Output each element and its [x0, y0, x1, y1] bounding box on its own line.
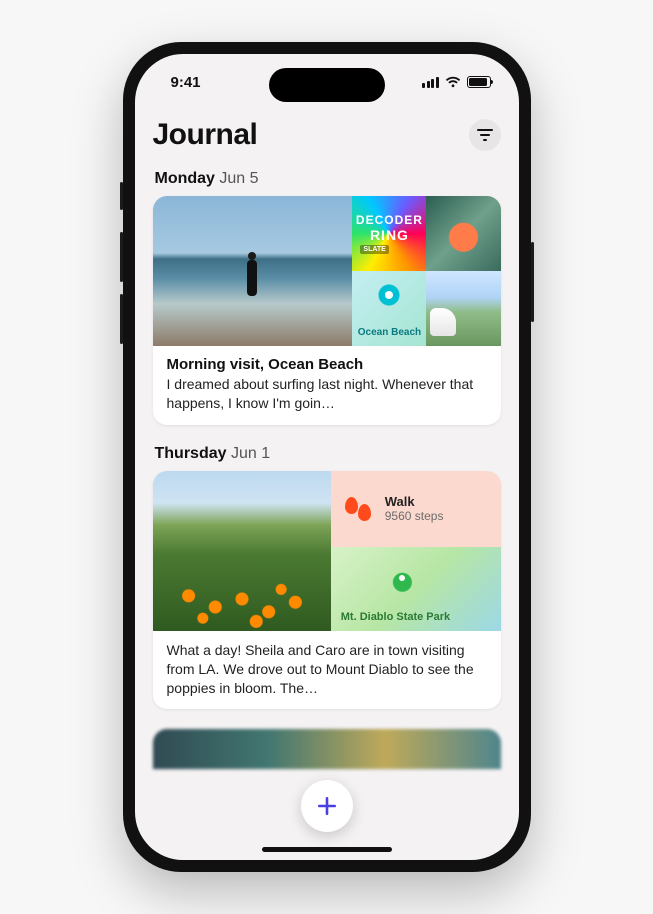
photo-thumbnail[interactable] [153, 471, 331, 631]
journal-entry-card-peek[interactable] [153, 729, 501, 769]
cellular-icon [422, 77, 439, 88]
plus-icon [316, 795, 338, 817]
page-title: Journal [153, 118, 258, 152]
entry-title: Morning visit, Ocean Beach [167, 356, 487, 373]
activity-label: Walk [385, 494, 444, 509]
silence-switch [120, 182, 123, 210]
screen: 9:41 Journal Monday Jun 5 [135, 54, 519, 860]
activity-text: Walk 9560 steps [385, 494, 444, 523]
day-header: Monday Jun 5 [155, 170, 501, 188]
status-indicators [422, 76, 491, 88]
photo-thumbnail[interactable] [153, 196, 353, 346]
header: Journal [153, 118, 501, 152]
volume-up-button [120, 232, 123, 282]
podcast-thumbnail[interactable]: DECODER RING SLATE [352, 196, 426, 271]
day-date: Jun 5 [219, 170, 258, 187]
day-of-week: Thursday [155, 445, 227, 462]
side-button [531, 242, 534, 322]
scroll-content[interactable]: Journal Monday Jun 5 DECODER [135, 110, 519, 860]
photo-thumbnail[interactable] [426, 196, 500, 271]
filter-icon [477, 129, 493, 141]
location-label: Mt. Diablo State Park [341, 611, 450, 623]
compose-button[interactable] [301, 780, 353, 832]
filter-button[interactable] [469, 119, 501, 151]
volume-down-button [120, 294, 123, 344]
media-mosaic: DECODER RING SLATE Ocean Beach [153, 196, 501, 346]
podcast-publisher: SLATE [360, 245, 388, 254]
location-thumbnail[interactable]: Mt. Diablo State Park [331, 547, 501, 631]
wifi-icon [445, 76, 461, 88]
footsteps-icon [343, 494, 373, 524]
podcast-title-line2: RING [370, 227, 409, 243]
entry-preview-text: I dreamed about surfing last night. When… [167, 375, 487, 413]
day-date: Jun 1 [231, 445, 270, 462]
activity-thumbnail[interactable]: Walk 9560 steps [331, 471, 501, 547]
home-indicator[interactable] [262, 847, 392, 852]
journal-entry-card[interactable]: DECODER RING SLATE Ocean Beach Morning v… [153, 196, 501, 425]
battery-icon [467, 76, 491, 88]
location-label: Ocean Beach [358, 327, 421, 338]
day-of-week: Monday [155, 170, 215, 187]
media-mosaic: Walk 9560 steps Mt. Diablo State Park [153, 471, 501, 631]
day-header: Thursday Jun 1 [155, 445, 501, 463]
device-frame: 9:41 Journal Monday Jun 5 [123, 42, 531, 872]
status-time: 9:41 [171, 74, 201, 91]
location-thumbnail[interactable]: Ocean Beach [352, 271, 426, 346]
podcast-title-line1: DECODER [356, 213, 423, 227]
entry-preview-text: What a day! Sheila and Caro are in town … [153, 631, 501, 710]
activity-detail: 9560 steps [385, 509, 444, 523]
photo-thumbnail[interactable] [426, 271, 500, 346]
entry-body: Morning visit, Ocean Beach I dreamed abo… [153, 346, 501, 425]
journal-entry-card[interactable]: Walk 9560 steps Mt. Diablo State Park Wh… [153, 471, 501, 710]
photo-subject [243, 252, 261, 308]
dynamic-island [269, 68, 385, 102]
